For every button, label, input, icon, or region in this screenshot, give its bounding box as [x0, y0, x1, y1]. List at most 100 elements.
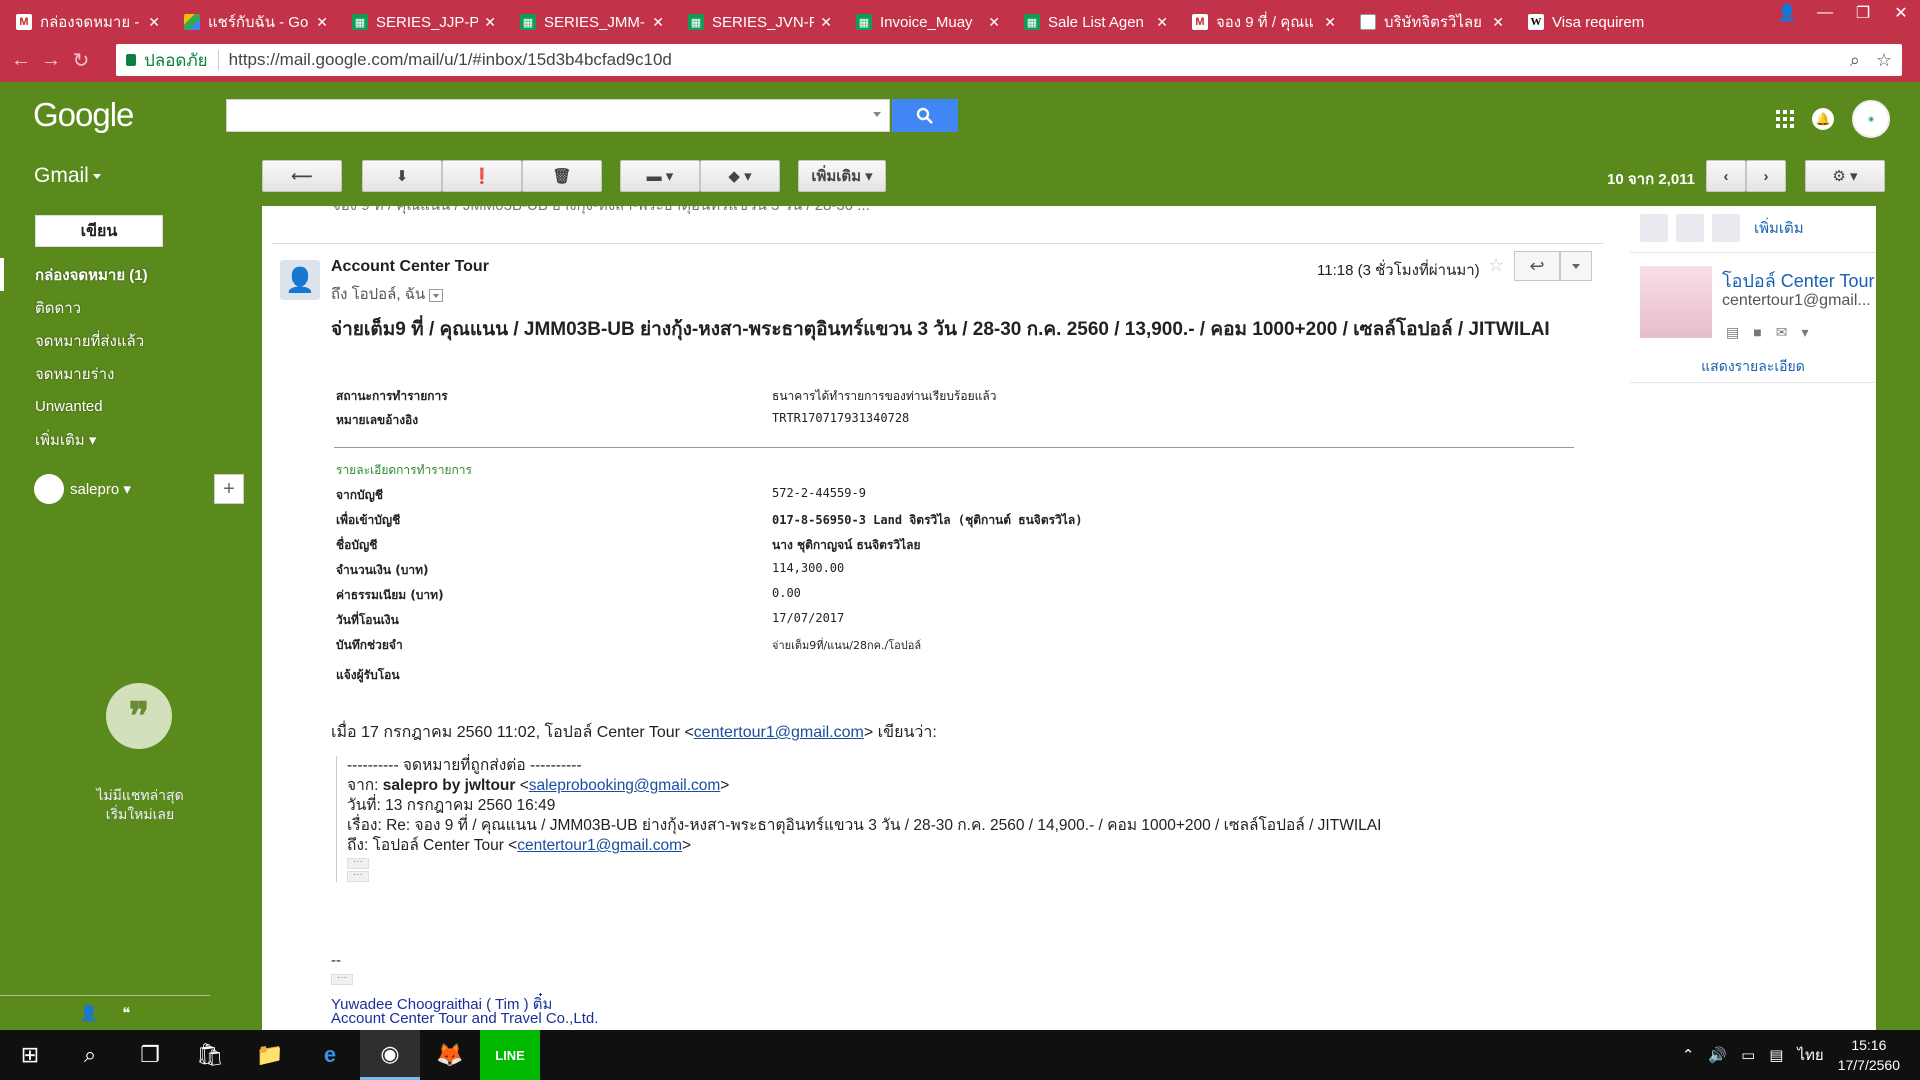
- bookmark-star-icon[interactable]: ☆: [1876, 50, 1892, 71]
- url-text[interactable]: https://mail.google.com/mail/u/1/#inbox/…: [229, 50, 672, 70]
- sidebar-item-unwanted[interactable]: Unwanted: [0, 390, 250, 423]
- zoom-icon[interactable]: ⌕: [1850, 50, 1860, 71]
- action-center-icon[interactable]: ▤: [1769, 1046, 1783, 1064]
- line-icon[interactable]: LINE: [480, 1030, 540, 1080]
- input-language[interactable]: ไทย: [1797, 1043, 1823, 1067]
- search-input[interactable]: [227, 100, 889, 131]
- hangouts-user[interactable]: salepro ▾: [34, 474, 131, 504]
- chat-icon[interactable]: ▤: [1726, 324, 1739, 341]
- browser-tab[interactable]: แชร์กับฉัน - Go ✕: [176, 6, 336, 38]
- user-icon[interactable]: 👤: [1768, 0, 1806, 26]
- labels-button[interactable]: ◆ ▾: [700, 160, 780, 192]
- more-people-link[interactable]: เพิ่มเติม: [1754, 216, 1804, 240]
- sidebar-item-inbox[interactable]: กล่องจดหมาย (1): [0, 258, 250, 291]
- network-icon[interactable]: ▭: [1741, 1046, 1755, 1064]
- close-tab-icon[interactable]: ✕: [1324, 14, 1336, 31]
- firefox-icon[interactable]: 🦊: [420, 1030, 480, 1080]
- search-button[interactable]: [892, 99, 958, 132]
- doc-icon: [1360, 14, 1376, 30]
- minimize-icon[interactable]: —: [1806, 0, 1844, 26]
- browser-tab-active[interactable]: M จอง 9 ที่ / คุณแ ✕: [1184, 6, 1344, 38]
- participant-avatar[interactable]: [1712, 214, 1740, 242]
- browser-tab[interactable]: ▦ Sale List Agen ✕: [1016, 6, 1176, 38]
- browser-tab[interactable]: W Visa requirem: [1520, 6, 1680, 38]
- omnibox[interactable]: ปลอดภัย https://mail.google.com/mail/u/1…: [116, 44, 1902, 76]
- reply-button[interactable]: ↩: [1514, 251, 1560, 281]
- show-trimmed-content-button[interactable]: ···: [331, 973, 353, 985]
- search-options-icon[interactable]: [873, 112, 881, 117]
- archive-button[interactable]: ⬇: [362, 160, 442, 192]
- google-logo[interactable]: Google: [33, 96, 134, 134]
- notifications-bell-icon[interactable]: 🔔: [1812, 108, 1834, 130]
- newer-button[interactable]: ‹: [1706, 160, 1746, 192]
- account-avatar[interactable]: ◉: [1852, 100, 1890, 138]
- gmail-menu-label[interactable]: Gmail: [34, 164, 101, 188]
- show-trimmed-content-button[interactable]: ···: [347, 857, 369, 869]
- close-tab-icon[interactable]: ✕: [1156, 14, 1168, 31]
- close-tab-icon[interactable]: ✕: [988, 14, 1000, 31]
- sidebar-item-drafts[interactable]: จดหมายร่าง: [0, 357, 250, 390]
- close-tab-icon[interactable]: ✕: [820, 14, 832, 31]
- message-more-button[interactable]: [1560, 251, 1592, 281]
- contacts-icon[interactable]: 👤: [80, 1004, 99, 1022]
- email-icon[interactable]: ✉: [1776, 324, 1788, 341]
- close-tab-icon[interactable]: ✕: [316, 14, 328, 31]
- close-tab-icon[interactable]: ✕: [652, 14, 664, 31]
- browser-tab[interactable]: ▦ SERIES_JJP-PF ✕: [344, 6, 504, 38]
- sidebar-item-more[interactable]: เพิ่มเติม ▾: [0, 423, 250, 456]
- back-icon[interactable]: ←: [6, 49, 36, 72]
- star-icon[interactable]: ☆: [1488, 255, 1504, 276]
- volume-icon[interactable]: 🔊: [1708, 1046, 1727, 1064]
- new-chat-button[interactable]: +: [214, 474, 244, 504]
- edge-icon[interactable]: e: [300, 1030, 360, 1080]
- show-trimmed-content-button[interactable]: ···: [347, 870, 369, 882]
- participant-avatar[interactable]: [1640, 214, 1668, 242]
- windows-start-icon[interactable]: ⊞: [0, 1030, 60, 1080]
- chevron-down-icon[interactable]: ▾: [1801, 324, 1808, 341]
- hangouts-icon[interactable]: ❝: [122, 1004, 130, 1022]
- forward-icon[interactable]: →: [36, 49, 66, 72]
- email-link[interactable]: centertour1@gmail.com: [694, 724, 864, 741]
- store-icon[interactable]: 🛍: [180, 1030, 240, 1080]
- file-explorer-icon[interactable]: 📁: [240, 1030, 300, 1080]
- move-to-button[interactable]: ▬ ▾: [620, 160, 700, 192]
- sidebar-item-sent[interactable]: จดหมายที่ส่งแล้ว: [0, 324, 250, 357]
- browser-tab[interactable]: ▦ Invoice_Muay ✕: [848, 6, 1008, 38]
- back-to-inbox-button[interactable]: ⟵: [262, 160, 342, 192]
- search-icon[interactable]: ⌕: [60, 1030, 120, 1080]
- contact-name[interactable]: โอปอล์ Center Tour: [1722, 266, 1874, 295]
- settings-button[interactable]: ⚙ ▾: [1805, 160, 1885, 192]
- apps-grid-icon[interactable]: [1776, 110, 1794, 128]
- video-call-icon[interactable]: ■: [1753, 324, 1761, 341]
- browser-tab[interactable]: M กล่องจดหมาย - ✕: [8, 6, 168, 38]
- sender-name[interactable]: Account Center Tour: [331, 258, 489, 276]
- sidebar-item-starred[interactable]: ติดดาว: [0, 291, 250, 324]
- report-spam-button[interactable]: ❗: [442, 160, 522, 192]
- close-tab-icon[interactable]: ✕: [1492, 14, 1504, 31]
- email-link[interactable]: centertour1@gmail.com: [517, 837, 682, 854]
- people-panel: เพิ่มเติม โอปอล์ Center Tour centertour1…: [1630, 206, 1876, 1030]
- show-details-link[interactable]: แสดงรายละเอียด: [1630, 356, 1876, 378]
- clock[interactable]: 15:16 17/7/2560: [1838, 1035, 1900, 1075]
- chevron-up-icon[interactable]: ⌃: [1682, 1046, 1695, 1064]
- task-view-icon[interactable]: ❐: [120, 1030, 180, 1080]
- close-window-icon[interactable]: ✕: [1882, 0, 1920, 26]
- browser-tab[interactable]: ▦ SERIES_JMM- ✕: [512, 6, 672, 38]
- close-tab-icon[interactable]: ✕: [484, 14, 496, 31]
- contact-photo[interactable]: [1640, 266, 1712, 338]
- close-tab-icon[interactable]: ✕: [148, 14, 160, 31]
- show-details-icon[interactable]: [429, 288, 444, 302]
- browser-tab[interactable]: ▦ SERIES_JVN-F ✕: [680, 6, 840, 38]
- collapsed-message[interactable]: จอง 9 ที่ / คุณแนน / JMM03B-UB ย่างกุ้ง-…: [272, 206, 1604, 244]
- participant-avatar[interactable]: [1676, 214, 1704, 242]
- older-button[interactable]: ›: [1746, 160, 1786, 192]
- restore-icon[interactable]: ❐: [1844, 0, 1882, 26]
- search-box[interactable]: [226, 99, 890, 132]
- delete-button[interactable]: 🗑: [522, 160, 602, 192]
- browser-tab[interactable]: บริษัทจิตรวิไลย ✕: [1352, 6, 1512, 38]
- more-actions-button[interactable]: เพิ่มเติม ▾: [798, 160, 886, 192]
- email-link[interactable]: saleprobooking@gmail.com: [529, 777, 721, 794]
- compose-button[interactable]: เขียน: [35, 215, 163, 247]
- reload-icon[interactable]: ↻: [66, 48, 96, 73]
- chrome-icon[interactable]: ◉: [360, 1030, 420, 1080]
